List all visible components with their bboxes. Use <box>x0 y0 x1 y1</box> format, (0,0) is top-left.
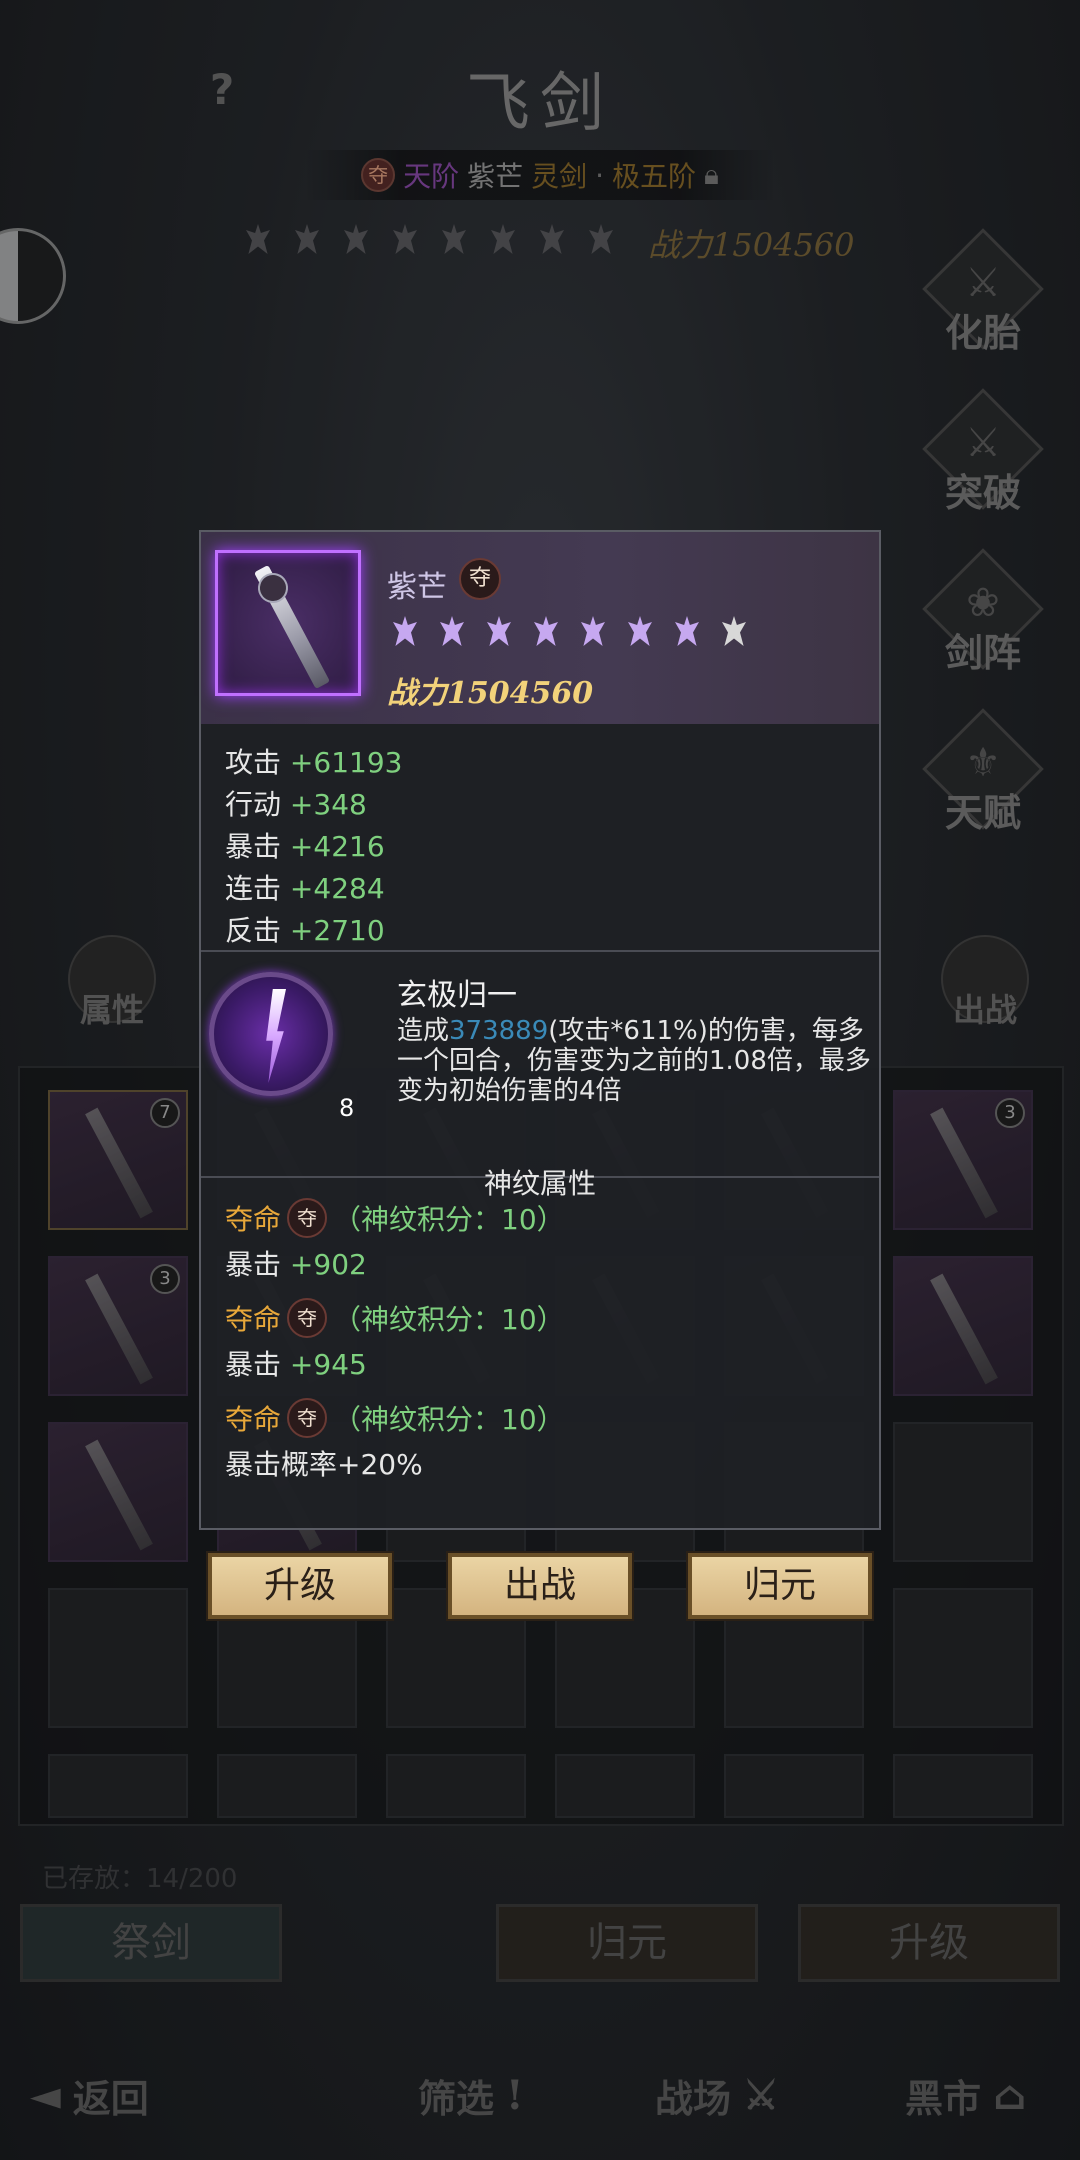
lightning-skill-icon <box>209 972 333 1096</box>
rune-effect-label: 暴击概率+20% <box>225 1448 423 1481</box>
rune-score: （神纹积分：10） <box>333 1403 565 1436</box>
rune-emblem-icon: 夺 <box>287 1298 328 1338</box>
star-rune-icon <box>622 614 658 650</box>
stat-value: +4216 <box>289 830 385 863</box>
skill-level: 8 <box>339 1094 355 1122</box>
deploy-button[interactable]: 出战 <box>448 1553 632 1619</box>
rune-effect: 暴击概率+20% <box>225 1440 865 1490</box>
stat-row: 暴击 +4216 <box>225 826 402 868</box>
skill-desc-prefix: 造成 <box>397 1016 450 1046</box>
star-rune-icon <box>575 614 611 650</box>
stat-row: 反击 +2710 <box>225 910 402 952</box>
count-badge: 3 <box>150 1264 180 1294</box>
star-rune-icon <box>528 614 564 650</box>
rune-entry: 夺命 夺 （神纹积分：10） 暴击 +945 <box>225 1296 865 1390</box>
stat-list: 攻击 +61193 行动 +348 暴击 +4216 连击 +4284 反击 +… <box>225 742 402 952</box>
rune-effect-value: +902 <box>289 1248 367 1281</box>
skill-damage-number: 373889 <box>449 1016 549 1046</box>
rune-header: 夺命 夺 （神纹积分：10） <box>225 1396 865 1440</box>
star-rune-icon <box>669 614 705 650</box>
count-badge: 3 <box>995 1098 1025 1128</box>
rune-name: 夺命 <box>225 1203 282 1236</box>
rune-effect-label: 暴击 <box>225 1348 282 1381</box>
stat-label: 连击 <box>225 872 282 905</box>
stat-label: 攻击 <box>225 746 282 779</box>
rune-effect-label: 暴击 <box>225 1248 282 1281</box>
item-detail-modal: 紫芒 夺 战力1504560 攻击 +61193 行动 +348 暴击 +421… <box>199 530 881 1530</box>
rune-header: 夺命 夺 （神纹积分：10） <box>225 1296 865 1340</box>
rune-name: 夺命 <box>225 1403 282 1436</box>
rune-score: （神纹积分：10） <box>333 1203 565 1236</box>
stat-label: 行动 <box>225 788 282 821</box>
star-rune-icon <box>387 614 423 650</box>
upgrade-button[interactable]: 升级 <box>208 1553 392 1619</box>
rune-effect-value: +945 <box>289 1348 367 1381</box>
stat-row: 连击 +4284 <box>225 868 402 910</box>
sword-item-icon <box>215 550 361 696</box>
bolt-shape <box>266 989 286 1083</box>
count-badge: 7 <box>150 1098 180 1128</box>
star-rune-icon <box>716 614 752 650</box>
rune-effect: 暴击 +945 <box>225 1340 865 1390</box>
stat-label: 暴击 <box>225 830 282 863</box>
item-name: 紫芒 <box>387 570 447 605</box>
stat-row: 行动 +348 <box>225 784 402 826</box>
stat-value: +348 <box>289 788 367 821</box>
item-stars <box>387 614 752 650</box>
rune-entry: 夺命 夺 （神纹积分：10） 暴击概率+20% <box>225 1396 865 1490</box>
rune-effect: 暴击 +902 <box>225 1240 865 1290</box>
divider <box>201 950 879 952</box>
rune-emblem-icon: 夺 <box>459 558 501 600</box>
star-rune-icon <box>434 614 470 650</box>
skill-name: 玄极归一 <box>397 978 517 1013</box>
modal-header: 紫芒 夺 战力1504560 <box>201 532 879 724</box>
stat-value: +61193 <box>289 746 403 779</box>
rune-emblem-icon: 夺 <box>287 1198 328 1238</box>
rune-name: 夺命 <box>225 1303 282 1336</box>
stat-value: +4284 <box>289 872 385 905</box>
stat-label: 反击 <box>225 914 282 947</box>
skill-description: 造成373889(攻击*611%)的伤害，每多一个回合，伤害变为之前的1.08倍… <box>397 1016 871 1106</box>
stat-row: 攻击 +61193 <box>225 742 402 784</box>
rune-header: 夺命 夺 （神纹积分：10） <box>225 1196 865 1240</box>
stat-value: +2710 <box>289 914 385 947</box>
rune-entry: 夺命 夺 （神纹积分：10） 暴击 +902 <box>225 1196 865 1290</box>
rune-emblem-icon: 夺 <box>287 1398 328 1438</box>
rune-score: （神纹积分：10） <box>333 1303 565 1336</box>
star-rune-icon <box>481 614 517 650</box>
item-combat-power: 战力1504560 <box>387 676 594 711</box>
return-essence-button[interactable]: 归元 <box>688 1553 872 1619</box>
